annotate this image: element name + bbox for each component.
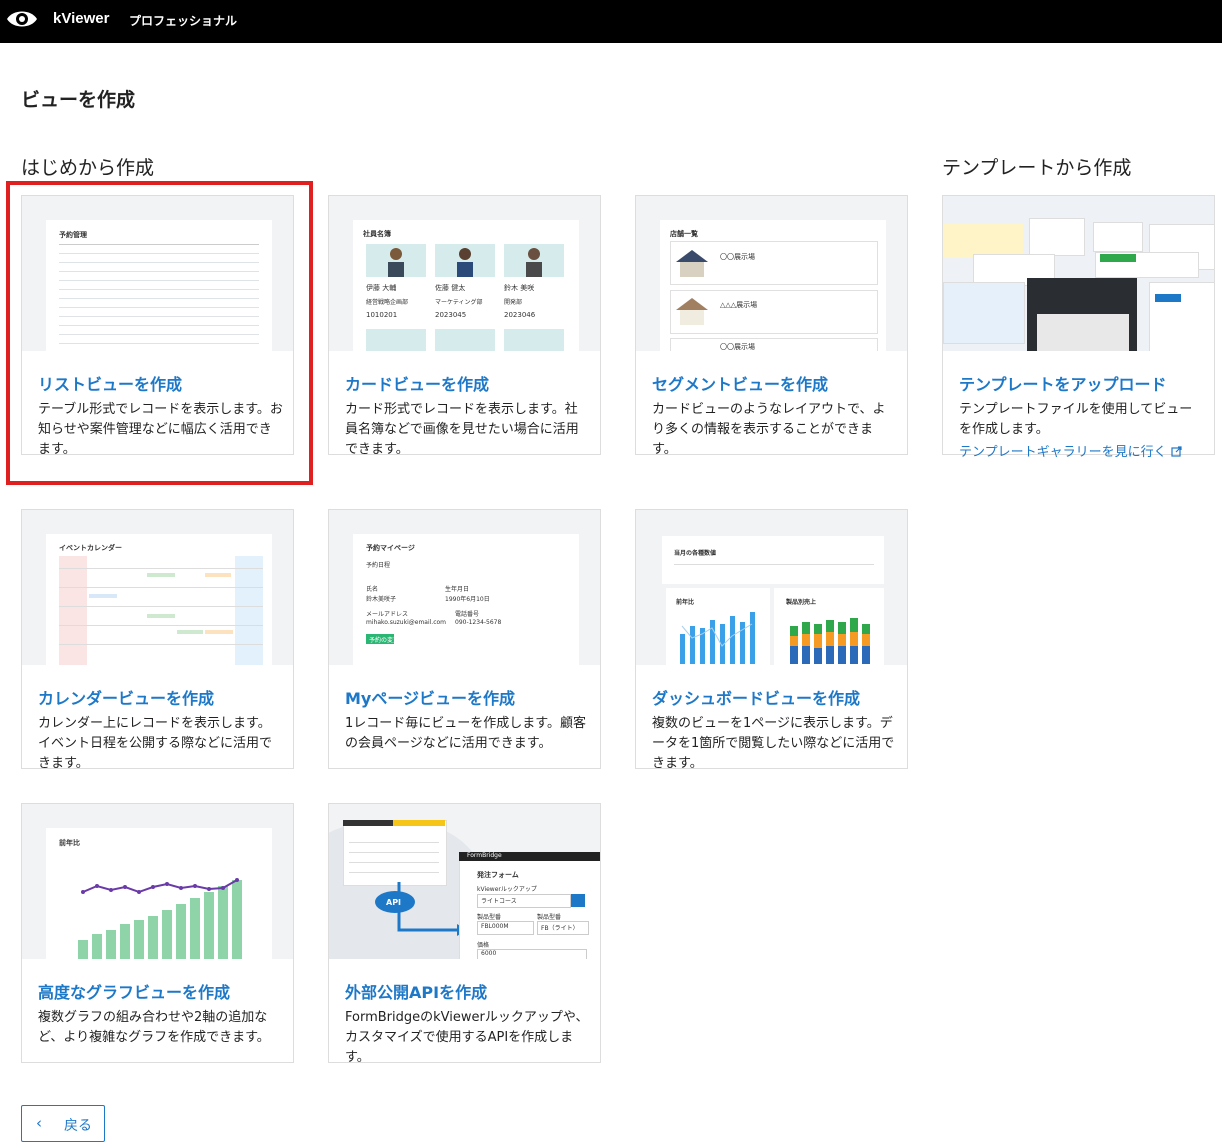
- person-icon: [457, 248, 473, 277]
- calendar-view-thumbnail: イベントカレンダー: [22, 510, 293, 665]
- thumb-label: 前年比: [59, 839, 80, 847]
- card-title[interactable]: 外部公開APIを作成: [345, 979, 487, 1003]
- template-thumbnail: [943, 196, 1214, 351]
- person-icon: [526, 248, 542, 277]
- card-title[interactable]: テンプレートをアップロード: [959, 371, 1167, 395]
- thumb-label: 当月の各種数値: [674, 550, 717, 557]
- template-gallery-link[interactable]: テンプレートギャラリーを見に行く: [959, 441, 1182, 460]
- api-arrow-icon: [375, 882, 467, 936]
- card-title[interactable]: リストビューを作成: [38, 371, 182, 395]
- edition-label: プロフェッショナル: [129, 14, 238, 28]
- card-graph-view[interactable]: 前年比 高度なグラフビューを作成 複数グラフの組み合わせや2軸の追加など、より複…: [21, 803, 294, 1063]
- card-description: 1レコード毎にビューを作成します。顧客の会員ページなどに活用できます。: [345, 716, 586, 751]
- card-description: FormBridgeのkViewerルックアップや、カスタマイズで使用するAPI…: [345, 1010, 589, 1065]
- card-title[interactable]: Myページビューを作成: [345, 685, 515, 709]
- card-description: テンプレートファイルを使用してビューを作成します。: [959, 402, 1193, 437]
- mypage-view-thumbnail: 予約マイページ 予約日程 氏名 生年月日 鈴木美咲子 1990年6月10日 メー…: [329, 510, 600, 665]
- person-icon: [388, 248, 404, 277]
- back-label[interactable]: 戻る: [64, 1115, 92, 1135]
- card-title[interactable]: カードビューを作成: [345, 371, 489, 395]
- api-label: API: [386, 898, 402, 907]
- card-description: カレンダー上にレコードを表示します。イベント日程を公開する際などに活用できます。: [38, 716, 273, 771]
- card-mypage-view[interactable]: 予約マイページ 予約日程 氏名 生年月日 鈴木美咲子 1990年6月10日 メー…: [328, 509, 601, 769]
- dashboard-view-thumbnail: 当月の各種数値 前年比 製品別売上: [636, 510, 907, 665]
- card-template-upload[interactable]: テンプレートをアップロード テンプレートファイルを使用してビューを作成します。 …: [942, 195, 1215, 460]
- app-name: kViewer: [53, 10, 110, 27]
- mini-stacked-chart-icon: [790, 618, 870, 664]
- card-dashboard-view[interactable]: 当月の各種数値 前年比 製品別売上 ダッシュボードビューを作成 複数のビューを1…: [635, 509, 908, 771]
- top-bar: kViewer プロフェッショナル: [0, 0, 1222, 43]
- section-title-template: テンプレートから作成: [942, 157, 1132, 179]
- card-view-thumbnail: 社員名簿 伊藤 大輔 佐藤 健太 鈴木 美咲 経営戦略企画部 マーケティング部 …: [329, 196, 600, 351]
- card-description: カードビューのようなレイアウトで、より多くの情報を表示することができます。: [652, 402, 886, 457]
- list-view-thumbnail: 予約管理: [22, 196, 293, 351]
- chevron-left-icon: ‹: [36, 1114, 42, 1132]
- card-description: カード形式でレコードを表示します。社員名簿などで画像を見せたい場合に活用できます…: [345, 402, 579, 457]
- card-calendar-view[interactable]: イベントカレンダー カレンダービューを作成 カレンダー上にレコードを表示します。…: [21, 509, 294, 771]
- external-link-icon: [1171, 446, 1182, 457]
- card-segment-view[interactable]: 店舗一覧 〇〇展示場 △△△展示場 〇〇展示場 セグメントビューを作成 カードビ…: [635, 195, 908, 457]
- mini-bar-chart-icon: [680, 612, 755, 664]
- card-description: 複数のビューを1ページに表示します。データを1箇所で閲覧したい際などに活用できま…: [652, 716, 895, 771]
- card-title[interactable]: ダッシュボードビューを作成: [652, 685, 860, 709]
- card-description: テーブル形式でレコードを表示します。お知らせや案件管理などに幅広く活用できます。: [38, 402, 283, 457]
- card-card-view[interactable]: 社員名簿 伊藤 大輔 佐藤 健太 鈴木 美咲 経営戦略企画部 マーケティング部 …: [328, 195, 601, 457]
- house-icon: [676, 298, 708, 325]
- card-title[interactable]: 高度なグラフビューを作成: [38, 979, 230, 1003]
- card-title[interactable]: セグメントビューを作成: [652, 371, 828, 395]
- thumb-label: 店舗一覧: [670, 230, 698, 238]
- thumb-label: 予約マイページ: [366, 544, 415, 552]
- card-description: 複数グラフの組み合わせや2軸の追加など、より複雑なグラフを作成できます。: [38, 1010, 270, 1045]
- section-title-scratch: はじめから作成: [21, 157, 155, 179]
- house-icon: [676, 250, 708, 277]
- eye-logo-icon: [7, 11, 37, 27]
- page-title: ビューを作成: [21, 89, 136, 111]
- graph-view-thumbnail: 前年比: [22, 804, 293, 959]
- card-external-api[interactable]: API FormBridge 発注フォーム kViewerルックアップ ライトコ…: [328, 803, 601, 1065]
- back-button[interactable]: ‹ 戻る: [21, 1105, 105, 1142]
- card-title[interactable]: カレンダービューを作成: [38, 685, 214, 709]
- thumb-label: 社員名簿: [363, 230, 391, 238]
- mini-combo-chart-icon: [78, 878, 242, 959]
- thumb-label: イベントカレンダー: [59, 544, 122, 552]
- thumb-label: 予約管理: [59, 231, 87, 239]
- external-api-thumbnail: API FormBridge 発注フォーム kViewerルックアップ ライトコ…: [329, 804, 600, 959]
- card-list-view[interactable]: 予約管理 リストビューを作成 テーブル形式でレコードを表示します。お知らせや案件…: [21, 195, 294, 457]
- segment-view-thumbnail: 店舗一覧 〇〇展示場 △△△展示場 〇〇展示場: [636, 196, 907, 351]
